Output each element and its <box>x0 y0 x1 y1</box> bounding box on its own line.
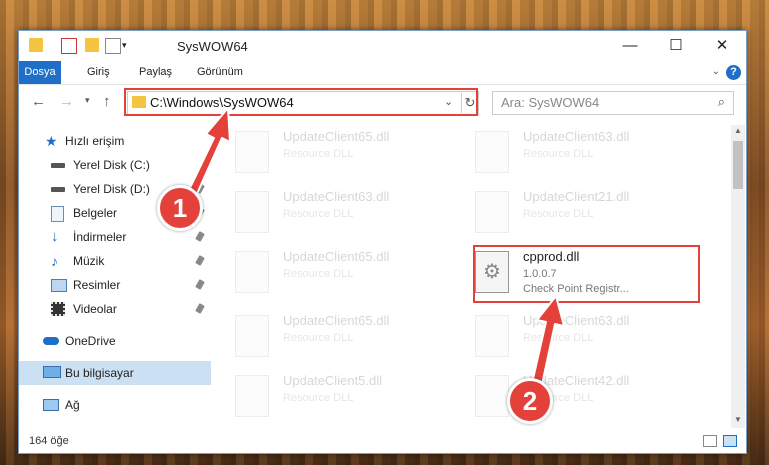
annotation-arrows <box>187 107 565 395</box>
arrow-to-address <box>187 107 231 197</box>
step-1-badge: 1 <box>157 185 203 231</box>
step-2-badge: 2 <box>507 378 553 424</box>
